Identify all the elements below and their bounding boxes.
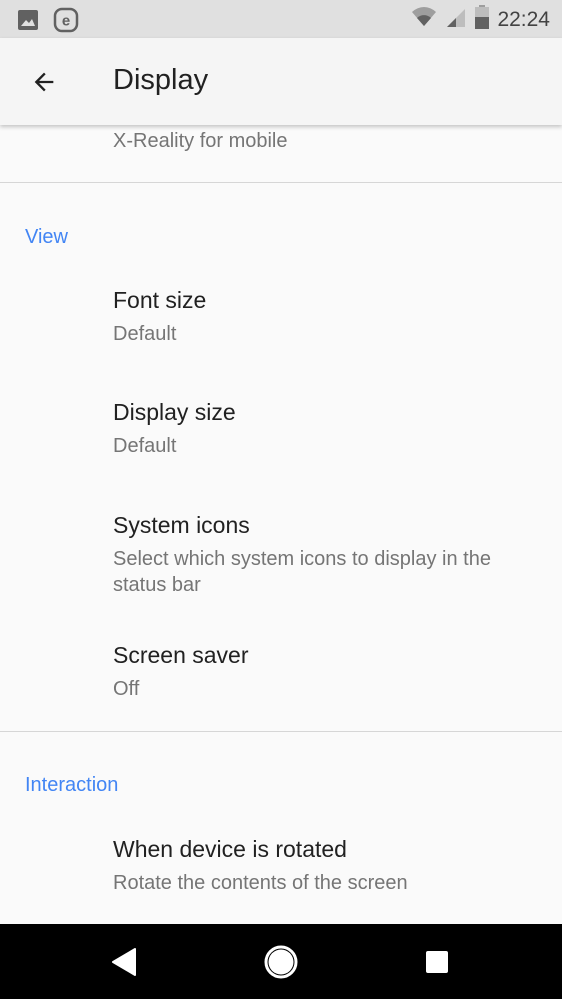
setting-summary: Default [113, 435, 177, 457]
setting-display-size[interactable]: Display size Default [113, 397, 543, 459]
setting-summary: Off [113, 678, 140, 700]
arrow-back-icon [34, 72, 54, 92]
navigation-bar [0, 924, 562, 999]
setting-device-rotation[interactable]: When device is rotated Rotate the conten… [113, 834, 543, 896]
partial-item-summary[interactable]: X-Reality for mobile [113, 130, 288, 153]
setting-summary: Select which system icons to display in … [113, 548, 491, 596]
navigate-up-button[interactable] [26, 64, 62, 100]
setting-title: When device is rotated [113, 836, 347, 862]
page-title: Display [113, 64, 209, 96]
setting-title: Font size [113, 287, 207, 313]
recents-icon [426, 951, 448, 973]
divider [0, 731, 562, 732]
image-notification-icon [17, 9, 39, 36]
setting-system-icons[interactable]: System icons Select which system icons t… [113, 510, 543, 598]
status-bar: e 22:24 [0, 0, 562, 38]
cell-signal-icon [445, 6, 467, 33]
e-app-notification-icon: e [53, 7, 79, 38]
app-bar: Display [0, 38, 562, 125]
svg-text:e: e [62, 13, 70, 30]
back-icon [112, 948, 136, 976]
settings-list[interactable]: X-Reality for mobile View Font size Defa… [0, 125, 562, 924]
wifi-icon [411, 6, 437, 33]
setting-summary: Default [113, 323, 177, 345]
setting-title: Screen saver [113, 642, 249, 668]
nav-home-button[interactable] [263, 944, 299, 980]
category-header-view: View [25, 226, 68, 248]
battery-icon [475, 5, 490, 34]
setting-font-size[interactable]: Font size Default [113, 285, 543, 347]
clock: 22:24 [497, 7, 550, 31]
setting-title: Display size [113, 399, 236, 425]
setting-summary: Rotate the contents of the screen [113, 872, 408, 894]
setting-title: System icons [113, 512, 250, 538]
nav-back-button[interactable] [106, 944, 142, 980]
nav-recents-button[interactable] [419, 944, 455, 980]
divider [0, 182, 562, 183]
setting-screen-saver[interactable]: Screen saver Off [113, 640, 543, 702]
category-header-interaction: Interaction [25, 774, 119, 796]
home-icon [264, 945, 298, 979]
